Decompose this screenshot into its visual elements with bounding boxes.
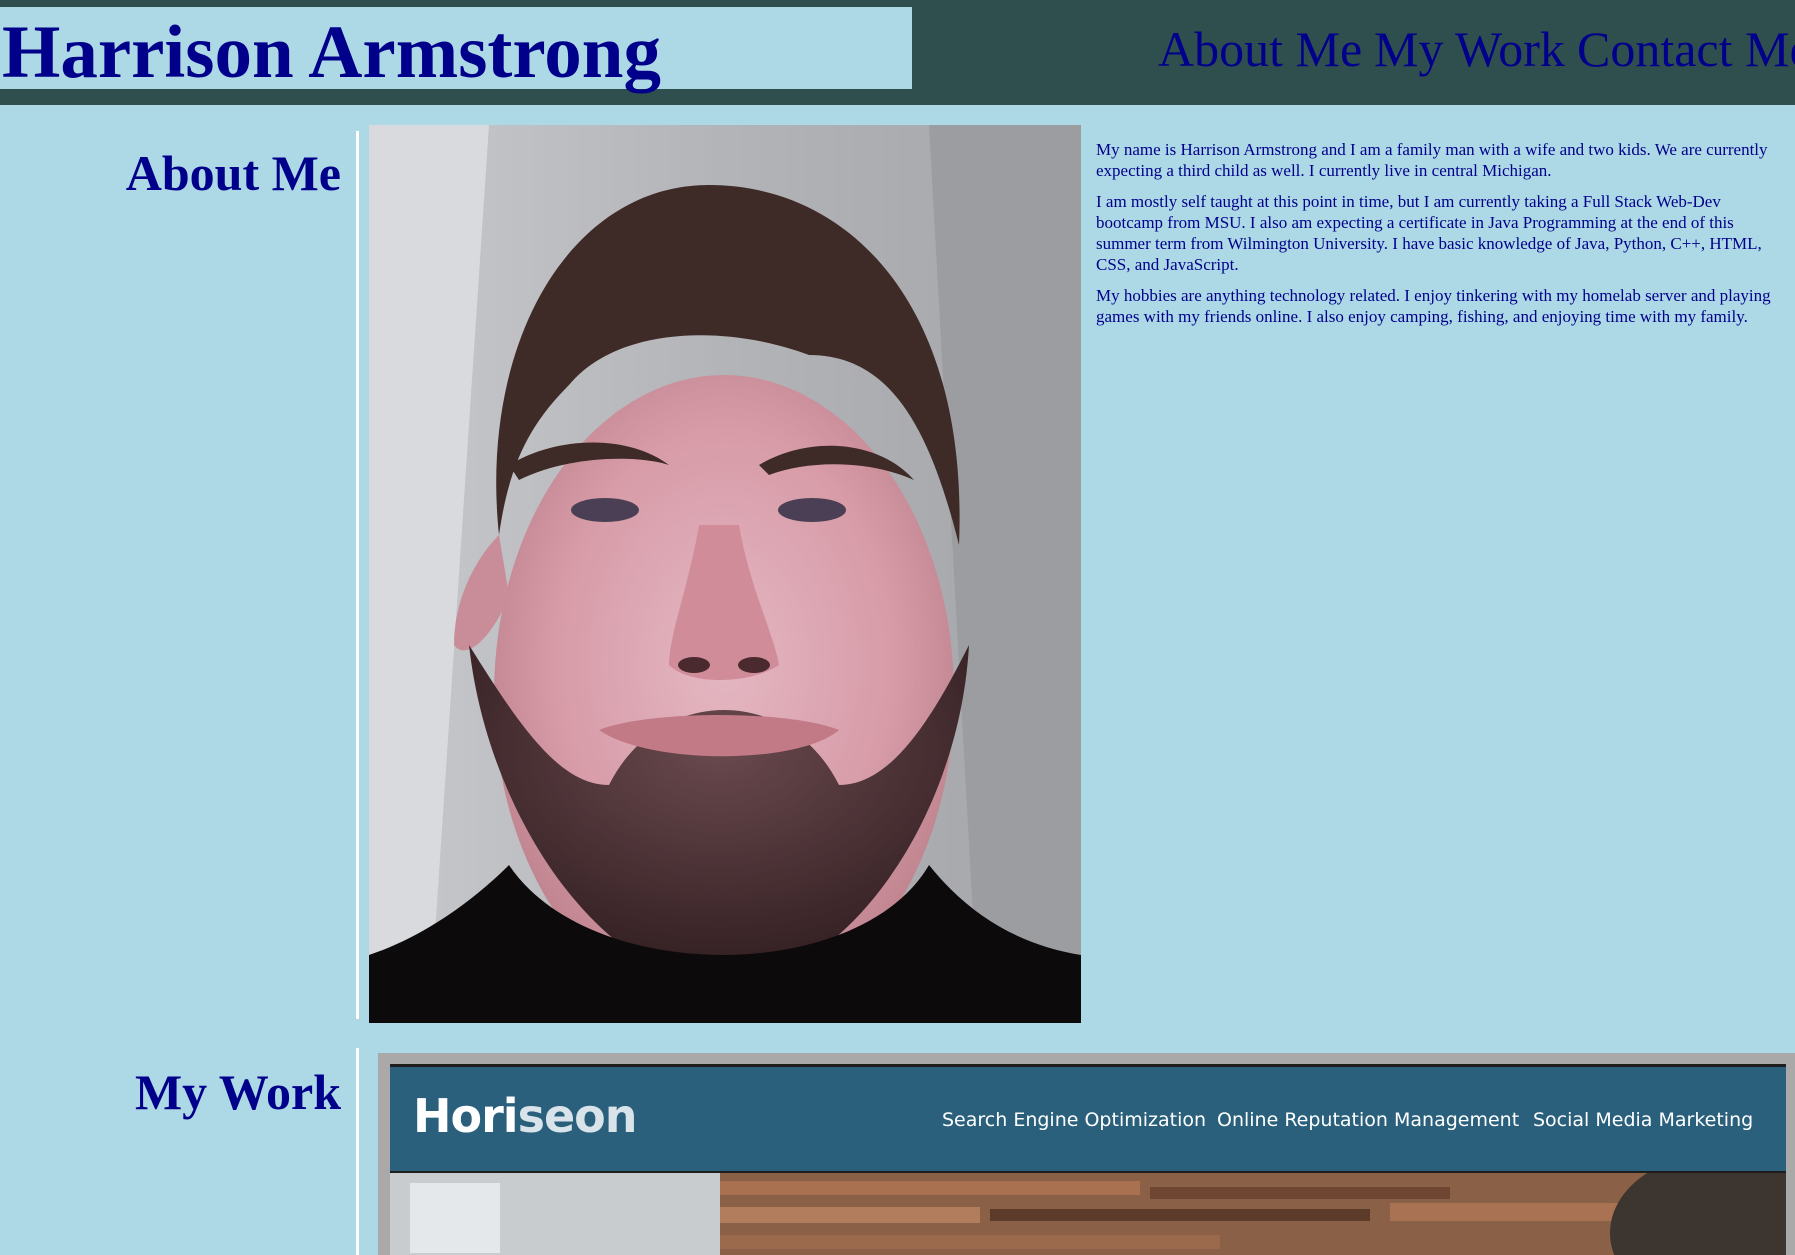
about-paragraph-education: I am mostly self taught at this point in… — [1096, 192, 1762, 274]
nav-link-contact-me[interactable]: Contact Me — [1577, 18, 1795, 80]
site-header: Harrison Armstrong About Me My Work Cont… — [0, 0, 1795, 105]
preview-logo: Horiseon — [413, 1089, 637, 1143]
about-heading: About Me — [125, 145, 341, 201]
nav-link-my-work[interactable]: My Work — [1374, 18, 1565, 80]
work-preview-frame[interactable]: Horiseon Search Engine Optimization Onli… — [378, 1053, 1795, 1255]
about-paragraph-intro: My name is Harrison Armstrong and I am a… — [1096, 140, 1768, 180]
about-text: My name is Harrison Armstrong and I am a… — [1096, 139, 1786, 337]
preview-nav-item: Search Engine Optimization — [942, 1109, 1207, 1131]
preview-logo-accent: seon — [517, 1089, 638, 1143]
preview-hero-graphic — [390, 1173, 1786, 1255]
about-divider — [356, 131, 359, 1019]
profile-photo — [369, 125, 1081, 1023]
portfolio-page: Harrison Armstrong About Me My Work Cont… — [0, 0, 1795, 1255]
nav-link-about-me[interactable]: About Me — [1158, 18, 1362, 80]
about-paragraph-hobbies: My hobbies are anything technology relat… — [1096, 286, 1771, 326]
preview-logo-main: Hori — [413, 1089, 519, 1143]
preview-site-header: Horiseon Search Engine Optimization Onli… — [390, 1067, 1786, 1171]
work-divider — [356, 1048, 359, 1255]
title-box: Harrison Armstrong — [0, 7, 912, 94]
profile-photo-image — [369, 125, 1081, 1023]
site-title: Harrison Armstrong — [2, 11, 661, 94]
preview-nav-item: Online Reputation Management — [1217, 1109, 1520, 1131]
work-preview-screenshot: Horiseon Search Engine Optimization Onli… — [390, 1064, 1786, 1255]
preview-nav-item: Social Media Marketing — [1533, 1109, 1754, 1131]
preview-hero-image — [390, 1173, 1786, 1255]
work-heading: My Work — [134, 1064, 341, 1120]
